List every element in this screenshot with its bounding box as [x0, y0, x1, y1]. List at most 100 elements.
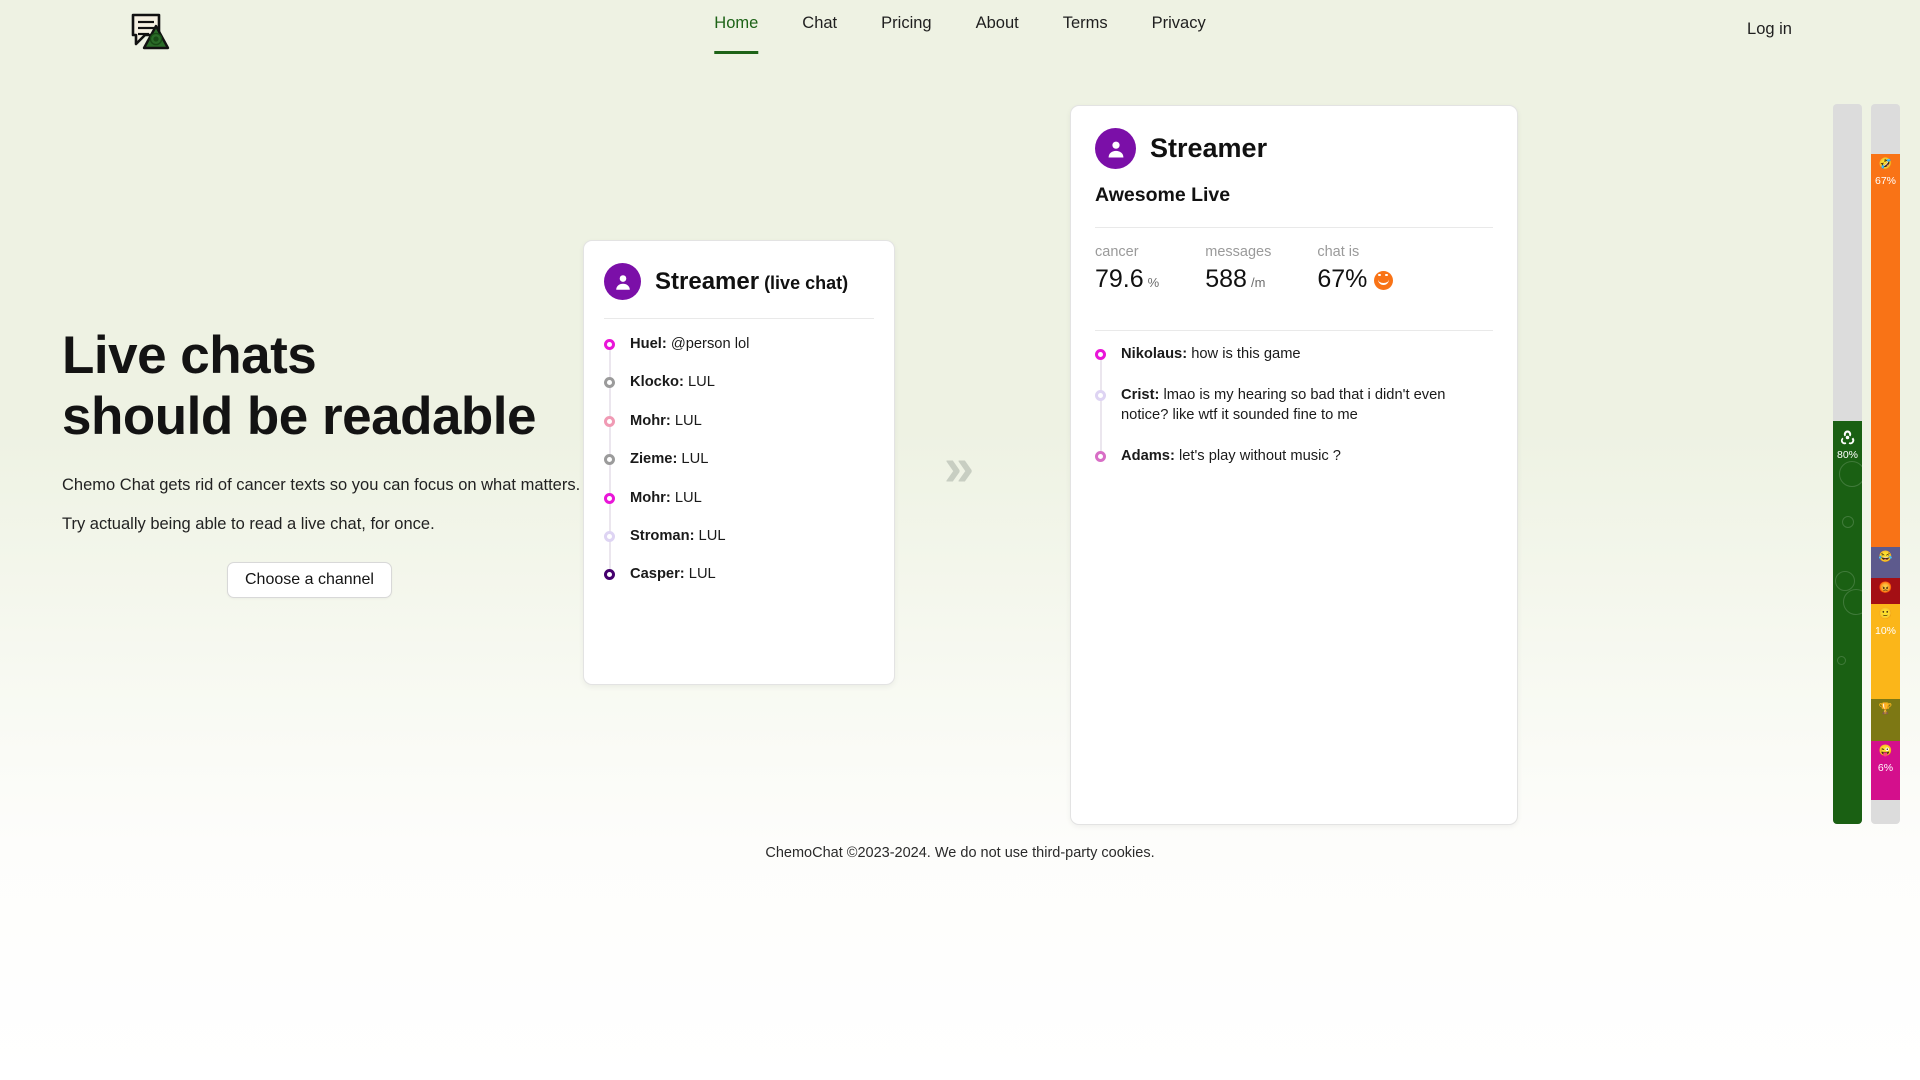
nav-item-privacy[interactable]: Privacy: [1152, 14, 1206, 54]
message-text: how is this game: [1191, 346, 1301, 362]
gauge-segment: 😜 6%: [1871, 741, 1900, 801]
hero-title-line-1: Live chats: [62, 326, 317, 385]
stat-value: 79.6 %: [1095, 265, 1159, 294]
nav-item-terms[interactable]: Terms: [1063, 14, 1108, 54]
gauge-segment: 🙂 10%: [1871, 603, 1900, 700]
decorative-bubble: [1837, 655, 1846, 665]
message-text: LUL: [674, 412, 702, 429]
nav-item-about[interactable]: About: [976, 14, 1019, 54]
joy-emoji-icon: 😂: [1878, 550, 1893, 563]
message-author: Crist:: [1121, 387, 1164, 404]
hero-title-line-2: should be readable: [62, 387, 537, 447]
chat-message: Mohr: LUL: [604, 489, 874, 508]
stat-value: 67%: [1317, 265, 1394, 294]
message-author: Stroman:: [630, 528, 699, 545]
message-author: Nikolaus:: [1121, 346, 1192, 362]
stat-number: 588: [1205, 265, 1247, 293]
decorative-bubble: [1842, 515, 1854, 528]
double-chevron-right-icon: »: [944, 437, 974, 497]
gauge-bars: 80% 🤣 67% 😂 😡 🙂 10% 🏆 😜 6%: [1833, 104, 1900, 824]
stat-unit: /m: [1250, 275, 1266, 290]
message-dot: [604, 415, 615, 427]
rofl-emoji-icon: [1374, 271, 1394, 290]
stat-unit: %: [1147, 275, 1160, 290]
message-text: LUL: [698, 528, 726, 545]
avatar: [604, 263, 641, 300]
message-author: Adams:: [1121, 448, 1179, 465]
message-author: Klocko:: [630, 374, 688, 391]
stat-messages: messages 588 /m: [1205, 244, 1271, 294]
biohazard-icon: [1833, 429, 1862, 451]
message-dot: [604, 377, 615, 389]
chat-biohazard-logo-icon[interactable]: [126, 8, 172, 54]
nav-item-chat[interactable]: Chat: [802, 14, 837, 54]
message-dot: [604, 339, 615, 350]
stat-value: 588 /m: [1205, 265, 1271, 294]
stat-number: 79.6: [1095, 265, 1144, 293]
message-text: LUL: [681, 451, 709, 468]
live-chat-tag: (live chat): [764, 272, 849, 293]
angry-emoji-icon: 😡: [1878, 581, 1893, 594]
nav-links: Home Chat Pricing About Terms Privacy: [714, 14, 1205, 76]
left-card-title: Streamer (live chat): [655, 268, 848, 296]
chat-message: Huel: @person lol: [604, 335, 874, 354]
decorative-bubble: [1843, 588, 1862, 615]
gauge-segment: 😡: [1871, 577, 1900, 604]
message-dot: [604, 531, 615, 543]
gauge-percent-label: 10%: [1874, 624, 1896, 637]
right-card-header: Streamer: [1095, 128, 1493, 169]
message-text: LUL: [674, 489, 702, 506]
gauge-percent-label: 80%: [1836, 448, 1858, 461]
message-author: Mohr:: [630, 412, 675, 429]
streamer-name: Streamer: [655, 267, 760, 295]
smile-emoji-icon: 🙂: [1878, 607, 1893, 620]
message-text: let's play without music ?: [1178, 448, 1341, 465]
message-text: lmao is my hearing so bad that i didn't …: [1121, 387, 1446, 423]
cancer-gauge[interactable]: 80%: [1833, 104, 1862, 824]
trophy-icon-icon: 🏆: [1878, 703, 1893, 716]
chat-message: Casper: LUL: [604, 565, 874, 584]
message-dot: [604, 569, 615, 581]
message-text: LUL: [688, 566, 716, 583]
stat-chat-mood: chat is 67%: [1317, 244, 1394, 294]
stat-cancer: cancer 79.6 %: [1095, 244, 1159, 294]
chat-message: Crist: lmao is my hearing so bad that i …: [1095, 386, 1493, 425]
avatar: [1095, 128, 1136, 169]
choose-a-channel-button[interactable]: Choose a channel: [227, 561, 392, 598]
message-author: Huel:: [630, 336, 671, 352]
stream-title: Awesome Live: [1095, 184, 1231, 206]
gauge-percent-label: 6%: [1877, 762, 1894, 775]
chat-message: Zieme: LUL: [604, 450, 874, 469]
top-navigation-bar: Home Chat Pricing About Terms Privacy Lo…: [0, 0, 1920, 62]
chat-mood-gauge[interactable]: 🤣 67% 😂 😡 🙂 10% 🏆 😜 6%: [1871, 104, 1900, 824]
stats-row: cancer 79.6 % messages 588 /m chat is 67…: [1095, 228, 1493, 312]
left-card-header: Streamer (live chat): [604, 263, 874, 300]
gauge-fill: 80%: [1833, 420, 1862, 824]
message-text: @person lol: [670, 336, 750, 352]
stat-label: messages: [1205, 244, 1272, 260]
nav-item-pricing[interactable]: Pricing: [881, 14, 931, 54]
chat-message: Stroman: LUL: [604, 527, 874, 546]
footer: ChemoChat ©2023-2024. We do not use thir…: [765, 845, 1155, 861]
streamer-name: Streamer: [1150, 133, 1268, 163]
filtered-live-chat-card: Streamer Awesome Live cancer 79.6 % mess…: [1070, 105, 1518, 825]
message-text: LUL: [687, 374, 715, 391]
chat-message: Adams: let's play without music ?: [1095, 447, 1493, 466]
filtered-message-list[interactable]: Nikolaus: how is this game Crist: lmao is…: [1095, 331, 1493, 467]
chat-message: Klocko: LUL: [604, 373, 874, 392]
gauge-segment: 🏆: [1871, 699, 1900, 742]
message-dot: [604, 454, 615, 466]
gauge-segment: 😂: [1871, 546, 1900, 578]
chat-message: Mohr: LUL: [604, 412, 874, 431]
message-author: Casper:: [630, 566, 689, 583]
nav-item-home[interactable]: Home: [714, 14, 758, 76]
decorative-bubble: [1835, 570, 1855, 591]
raw-message-list[interactable]: Huel: @person lol Klocko: LUL Mohr: LUL Zie…: [604, 319, 874, 585]
message-dot: [1095, 390, 1106, 402]
chat-message: Nikolaus: how is this game: [1095, 345, 1493, 364]
message-dot: [604, 492, 615, 504]
stat-label: chat is: [1317, 244, 1360, 260]
rofl-emoji-icon: 🤣: [1878, 158, 1893, 171]
login-link[interactable]: Log in: [1747, 20, 1792, 39]
message-author: Zieme:: [630, 451, 682, 468]
